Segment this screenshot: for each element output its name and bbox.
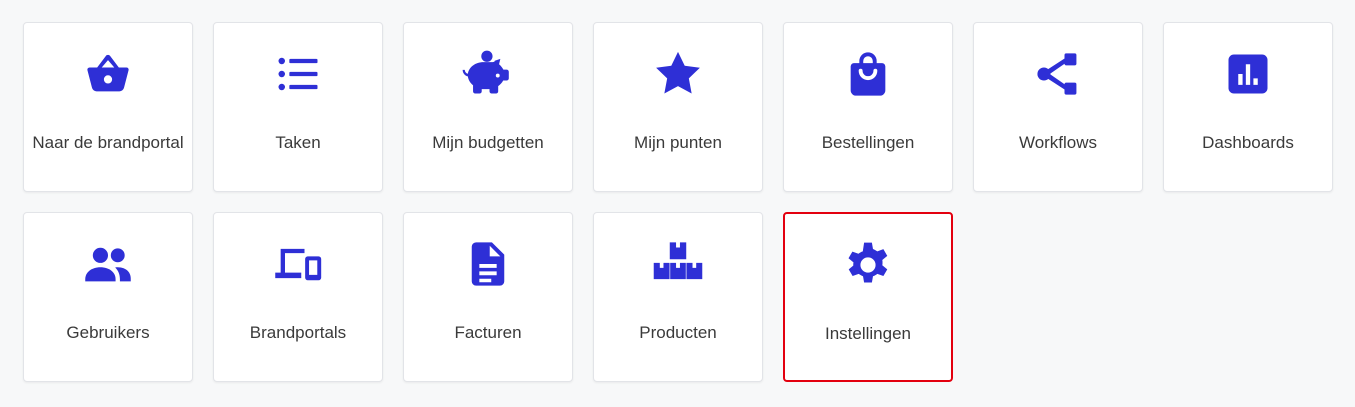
- tile-producten[interactable]: Producten: [593, 212, 763, 382]
- shopping-basket-icon: [82, 48, 134, 100]
- tile-label: Gebruikers: [66, 323, 150, 342]
- tile-label: Facturen: [454, 323, 522, 342]
- tile-workflows[interactable]: Workflows: [973, 22, 1143, 192]
- tile-dashboards[interactable]: Dashboards: [1163, 22, 1333, 192]
- tile-label: Naar de brandportal: [32, 133, 184, 152]
- tile-label: Brandportals: [249, 323, 347, 342]
- tile-brandportals[interactable]: Brandportals: [213, 212, 383, 382]
- tile-bestellingen[interactable]: Bestellingen: [783, 22, 953, 192]
- piggy-bank-icon: [462, 48, 514, 100]
- document-icon: [462, 238, 514, 290]
- tile-label: Taken: [275, 133, 321, 152]
- users-icon: [82, 238, 134, 290]
- gear-icon: [842, 239, 894, 291]
- tile-label: Mijn punten: [634, 133, 722, 152]
- bar-chart-icon: [1222, 48, 1274, 100]
- boxes-icon: [652, 238, 704, 290]
- star-icon: [652, 48, 704, 100]
- tile-label: Mijn budgetten: [432, 133, 544, 152]
- tile-mijn-budgetten[interactable]: Mijn budgetten: [403, 22, 573, 192]
- list-icon: [272, 48, 324, 100]
- tile-taken[interactable]: Taken: [213, 22, 383, 192]
- tile-label: Bestellingen: [821, 133, 915, 152]
- tile-instellingen[interactable]: Instellingen: [783, 212, 953, 382]
- tile-label: Dashboards: [1202, 133, 1294, 152]
- tile-facturen[interactable]: Facturen: [403, 212, 573, 382]
- menu-tile-grid: Naar de brandportal Taken Mijn budgetten: [23, 22, 1333, 382]
- tile-label: Producten: [639, 323, 717, 342]
- devices-icon: [272, 238, 324, 290]
- tile-naar-de-brandportal[interactable]: Naar de brandportal: [23, 22, 193, 192]
- tile-mijn-punten[interactable]: Mijn punten: [593, 22, 763, 192]
- tile-label: Instellingen: [824, 324, 911, 343]
- share-nodes-icon: [1032, 48, 1084, 100]
- shopping-bag-icon: [842, 48, 894, 100]
- tile-gebruikers[interactable]: Gebruikers: [23, 212, 193, 382]
- tile-label: Workflows: [1018, 133, 1098, 152]
